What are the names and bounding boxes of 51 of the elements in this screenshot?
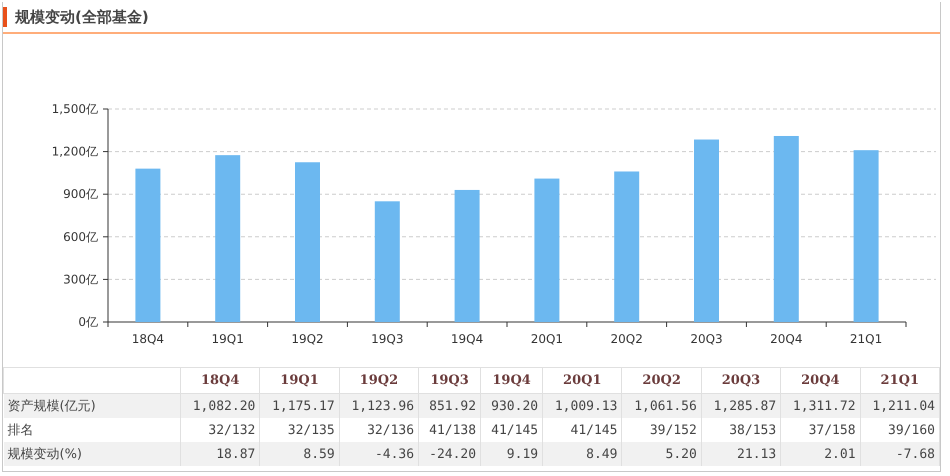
- axis-label: 19Q1: [212, 332, 244, 346]
- table-cell: 32/136: [339, 418, 419, 442]
- axis-label: 19Q3: [371, 332, 404, 346]
- table-cell: 1,211.04: [860, 394, 940, 418]
- table-cell: 41/138: [418, 418, 481, 442]
- axis-label: 21Q1: [850, 332, 882, 346]
- table-cell: 2.01: [780, 442, 860, 466]
- table-cell: 32/132: [180, 418, 260, 442]
- table-cell: 8.49: [542, 442, 622, 466]
- axis-label: 600亿: [63, 230, 98, 244]
- table-cell: -7.68: [860, 442, 940, 466]
- table-cell: 37/158: [780, 418, 860, 442]
- table-cell: 1,082.20: [180, 394, 260, 418]
- axis-label: 1,200亿: [52, 144, 98, 159]
- axis-label: 1,500亿: [52, 102, 98, 116]
- table-cell: 41/145: [480, 418, 543, 442]
- table-cell: 21.13: [701, 442, 781, 466]
- table-cell: 39/152: [622, 418, 702, 442]
- table-cell: 930.20: [480, 394, 543, 418]
- table-cell: 1,311.72: [780, 394, 860, 418]
- axis-label: 300亿: [63, 272, 98, 286]
- axis-label: 19Q2: [291, 332, 324, 346]
- table-cell: 41/145: [542, 418, 622, 442]
- axis-label: 19Q4: [450, 332, 484, 346]
- table-cell: 5.20: [622, 442, 702, 466]
- table-cell: 39/160: [860, 418, 940, 442]
- row-label: 规模变动(%): [4, 442, 180, 466]
- title-accent: [3, 7, 7, 27]
- axis-label: 0亿: [78, 315, 98, 329]
- axis-label: 20Q3: [690, 332, 723, 346]
- axis-label: 20Q2: [610, 332, 643, 346]
- table-cell: -4.36: [339, 442, 419, 466]
- table-cell: -24.20: [418, 442, 481, 466]
- row-label: 资产规模(亿元): [4, 394, 180, 418]
- table-cell: 1,175.17: [260, 394, 340, 418]
- row-label: 排名: [4, 418, 180, 442]
- table-cell: 1,123.96: [339, 394, 419, 418]
- axis-label: 900亿: [63, 187, 98, 202]
- table-cell: 32/135: [260, 418, 340, 442]
- axis-label: 20Q1: [530, 332, 564, 346]
- table-cell: 8.59: [260, 442, 340, 466]
- section-title: 规模变动(全部基金): [15, 8, 149, 26]
- table-cell: 1,061.56: [622, 394, 702, 418]
- table-cell: 38/153: [701, 418, 781, 442]
- table-cell: 1,285.87: [701, 394, 781, 418]
- table-cell: 9.19: [480, 442, 543, 466]
- axis-label: 18Q4: [132, 332, 164, 346]
- table-cell: 851.92: [418, 394, 481, 418]
- table-cell: 18.87: [180, 442, 260, 466]
- table-cell: 1,009.13: [542, 394, 622, 418]
- axis-label: 20Q4: [770, 332, 802, 346]
